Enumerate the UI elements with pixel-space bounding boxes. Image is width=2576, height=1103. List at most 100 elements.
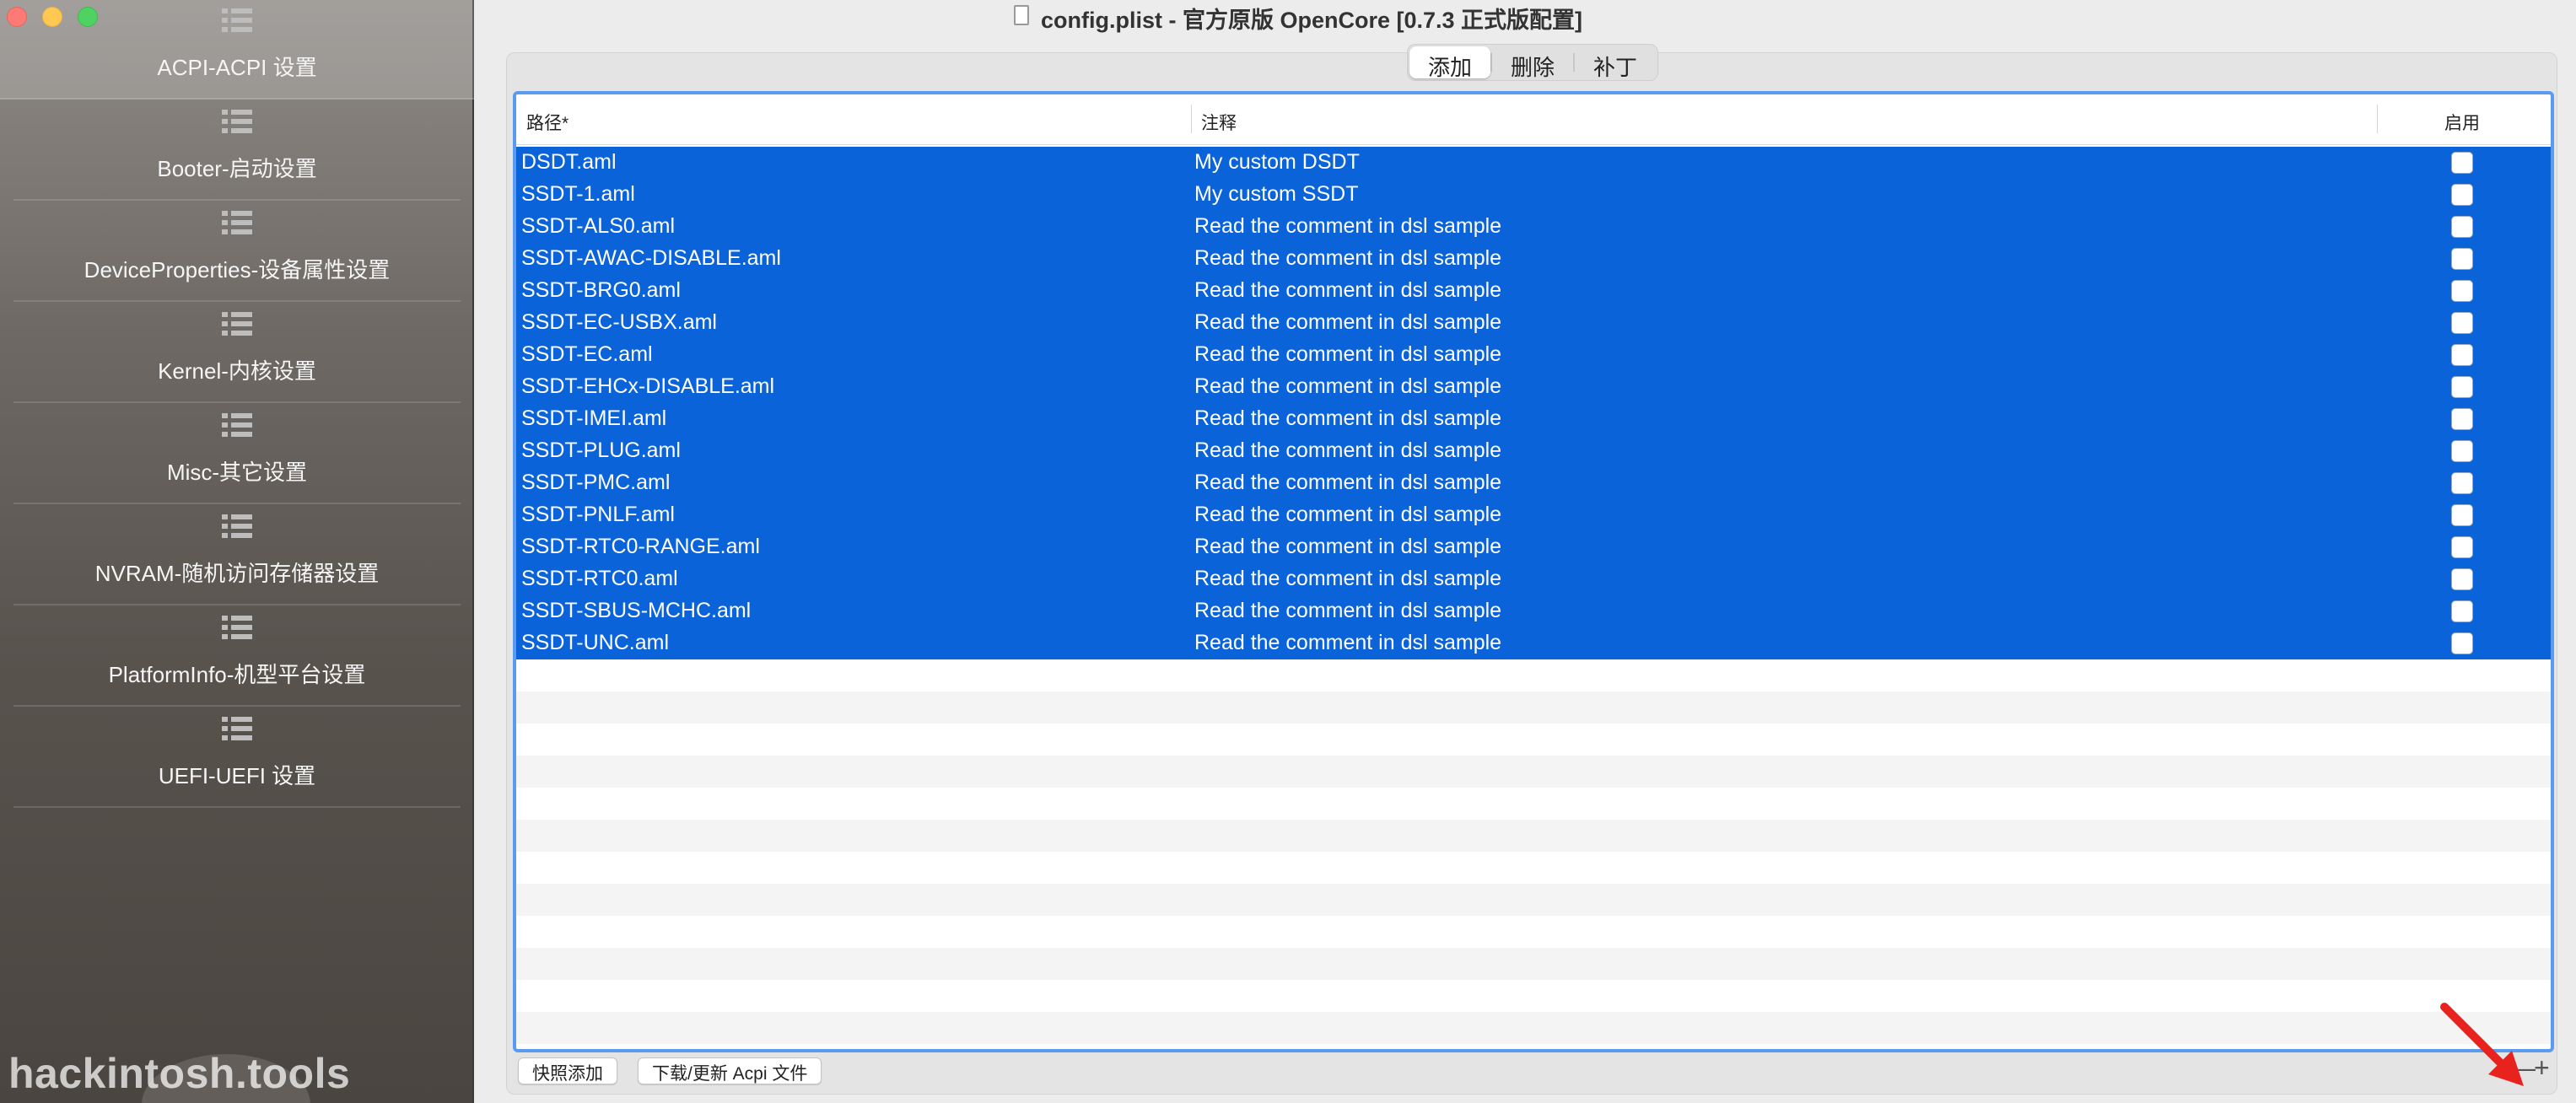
sidebar-item-3[interactable]: Kernel-内核设置 xyxy=(13,302,461,403)
empty-row xyxy=(516,724,2551,756)
sidebar: ACPI-ACPI 设置 Booter-启动设置 DeviceProperties-… xyxy=(0,0,474,1103)
column-divider[interactable] xyxy=(2377,105,2378,133)
sidebar-item-label: ACPI-ACPI 设置 xyxy=(157,55,317,80)
table-row[interactable]: SSDT-AWAC-DISABLE.aml Read the comment in… xyxy=(516,243,2551,275)
table-row[interactable]: SSDT-1.aml My custom SSDT xyxy=(516,179,2551,211)
empty-row xyxy=(516,852,2551,884)
path-cell[interactable]: SSDT-1.aml xyxy=(521,182,635,207)
tab-delete[interactable]: 删除 xyxy=(1492,46,1573,80)
enabled-checkbox[interactable] xyxy=(2451,344,2473,366)
tab-add[interactable]: 添加 xyxy=(1409,46,1491,80)
enabled-checkbox[interactable] xyxy=(2451,376,2473,398)
table-row[interactable]: SSDT-EC-USBX.aml Read the comment in dsl … xyxy=(516,307,2551,339)
enabled-checkbox[interactable] xyxy=(2451,152,2473,174)
comment-cell[interactable]: Read the comment in dsl sample xyxy=(1194,278,1501,303)
comment-cell[interactable]: Read the comment in dsl sample xyxy=(1194,567,1501,591)
enabled-checkbox[interactable] xyxy=(2451,216,2473,238)
comment-cell[interactable]: Read the comment in dsl sample xyxy=(1194,631,1501,655)
comment-cell[interactable]: My custom SSDT xyxy=(1194,182,1358,207)
download-acpi-button[interactable]: 下载/更新 Acpi 文件 xyxy=(638,1057,822,1084)
comment-cell[interactable]: Read the comment in dsl sample xyxy=(1194,439,1501,463)
comment-cell[interactable]: Read the comment in dsl sample xyxy=(1194,214,1501,239)
comment-cell[interactable]: Read the comment in dsl sample xyxy=(1194,503,1501,527)
path-cell[interactable]: SSDT-PLUG.aml xyxy=(521,439,681,463)
path-cell[interactable]: SSDT-EC-USBX.aml xyxy=(521,310,717,335)
acpi-add-table: 路径* 注释 启用 DSDT.aml My custom DSDT SSDT-1.a… xyxy=(513,91,2554,1052)
path-cell[interactable]: SSDT-AWAC-DISABLE.aml xyxy=(521,246,781,271)
table-row[interactable]: DSDT.aml My custom DSDT xyxy=(516,147,2551,179)
sidebar-item-2[interactable]: DeviceProperties-设备属性设置 xyxy=(13,201,461,302)
path-cell[interactable]: SSDT-RTC0.aml xyxy=(521,567,678,591)
path-cell[interactable]: SSDT-SBUS-MCHC.aml xyxy=(521,599,751,623)
empty-row xyxy=(516,756,2551,788)
comment-cell[interactable]: Read the comment in dsl sample xyxy=(1194,471,1501,495)
enabled-checkbox[interactable] xyxy=(2451,248,2473,270)
enabled-checkbox[interactable] xyxy=(2451,408,2473,430)
table-row[interactable]: SSDT-UNC.aml Read the comment in dsl samp… xyxy=(516,627,2551,659)
empty-row xyxy=(516,691,2551,724)
column-header-comment[interactable]: 注释 xyxy=(1201,110,1237,135)
list-icon xyxy=(222,310,252,337)
add-row-button[interactable]: + xyxy=(2534,1054,2550,1081)
path-cell[interactable]: SSDT-EHCx-DISABLE.aml xyxy=(521,374,774,399)
table-row[interactable]: SSDT-RTC0-RANGE.aml Read the comment in d… xyxy=(516,531,2551,563)
table-row[interactable]: SSDT-RTC0.aml Read the comment in dsl sam… xyxy=(516,563,2551,595)
table-row[interactable]: SSDT-PNLF.aml Read the comment in dsl sam… xyxy=(516,499,2551,531)
table-row[interactable]: SSDT-IMEI.aml Read the comment in dsl sam… xyxy=(516,403,2551,435)
enabled-checkbox[interactable] xyxy=(2451,568,2473,590)
column-header-path[interactable]: 路径* xyxy=(526,110,569,135)
list-icon xyxy=(222,209,252,236)
enabled-checkbox[interactable] xyxy=(2451,472,2473,494)
table-row[interactable]: SSDT-SBUS-MCHC.aml Read the comment in ds… xyxy=(516,595,2551,627)
path-cell[interactable]: SSDT-ALS0.aml xyxy=(521,214,675,239)
sidebar-item-7[interactable]: UEFI-UEFI 设置 xyxy=(13,707,461,808)
comment-cell[interactable]: My custom DSDT xyxy=(1194,150,1360,175)
sidebar-item-label: Kernel-内核设置 xyxy=(158,358,316,384)
sidebar-item-5[interactable]: NVRAM-随机访问存储器设置 xyxy=(13,504,461,605)
path-cell[interactable]: SSDT-PMC.aml xyxy=(521,471,670,495)
table-row[interactable]: SSDT-EHCx-DISABLE.aml Read the comment in… xyxy=(516,371,2551,403)
enabled-checkbox[interactable] xyxy=(2451,600,2473,622)
comment-cell[interactable]: Read the comment in dsl sample xyxy=(1194,406,1501,431)
tab-patch[interactable]: 补丁 xyxy=(1575,46,1656,80)
list-icon xyxy=(222,412,252,439)
path-cell[interactable]: SSDT-UNC.aml xyxy=(521,631,669,655)
sidebar-item-label: NVRAM-随机访问存储器设置 xyxy=(94,561,380,586)
title-bar: config.plist - 官方原版 OpenCore [0.7.3 正式版配… xyxy=(474,0,2576,34)
column-divider[interactable] xyxy=(1191,105,1192,133)
table-row[interactable]: SSDT-EC.aml Read the comment in dsl sampl… xyxy=(516,339,2551,371)
enabled-checkbox[interactable] xyxy=(2451,280,2473,302)
table-row[interactable]: SSDT-ALS0.aml Read the comment in dsl sam… xyxy=(516,211,2551,243)
empty-row xyxy=(516,980,2551,1012)
enabled-checkbox[interactable] xyxy=(2451,184,2473,206)
sidebar-item-0[interactable]: ACPI-ACPI 设置 xyxy=(0,0,474,100)
comment-cell[interactable]: Read the comment in dsl sample xyxy=(1194,599,1501,623)
comment-cell[interactable]: Read the comment in dsl sample xyxy=(1194,374,1501,399)
path-cell[interactable]: SSDT-PNLF.aml xyxy=(521,503,675,527)
comment-cell[interactable]: Read the comment in dsl sample xyxy=(1194,535,1501,559)
table-row[interactable]: SSDT-BRG0.aml Read the comment in dsl sam… xyxy=(516,275,2551,307)
column-header-enabled[interactable]: 启用 xyxy=(2444,110,2480,135)
tab-bar: 添加 删除 补丁 xyxy=(1407,44,1659,81)
path-cell[interactable]: SSDT-IMEI.aml xyxy=(521,406,666,431)
enabled-checkbox[interactable] xyxy=(2451,536,2473,558)
list-icon xyxy=(222,614,252,641)
path-cell[interactable]: DSDT.aml xyxy=(521,150,617,175)
sidebar-item-label: Booter-启动设置 xyxy=(157,156,317,181)
table-row[interactable]: SSDT-PMC.aml Read the comment in dsl samp… xyxy=(516,467,2551,499)
path-cell[interactable]: SSDT-BRG0.aml xyxy=(521,278,681,303)
enabled-checkbox[interactable] xyxy=(2451,440,2473,462)
path-cell[interactable]: SSDT-RTC0-RANGE.aml xyxy=(521,535,760,559)
enabled-checkbox[interactable] xyxy=(2451,504,2473,526)
path-cell[interactable]: SSDT-EC.aml xyxy=(521,342,653,367)
enabled-checkbox[interactable] xyxy=(2451,632,2473,654)
sidebar-item-6[interactable]: PlatformInfo-机型平台设置 xyxy=(13,605,461,707)
comment-cell[interactable]: Read the comment in dsl sample xyxy=(1194,246,1501,271)
quick-add-button[interactable]: 快照添加 xyxy=(518,1057,617,1084)
comment-cell[interactable]: Read the comment in dsl sample xyxy=(1194,310,1501,335)
sidebar-item-1[interactable]: Booter-启动设置 xyxy=(13,100,461,201)
sidebar-item-4[interactable]: Misc-其它设置 xyxy=(13,403,461,504)
comment-cell[interactable]: Read the comment in dsl sample xyxy=(1194,342,1501,367)
table-row[interactable]: SSDT-PLUG.aml Read the comment in dsl sam… xyxy=(516,435,2551,467)
enabled-checkbox[interactable] xyxy=(2451,312,2473,334)
